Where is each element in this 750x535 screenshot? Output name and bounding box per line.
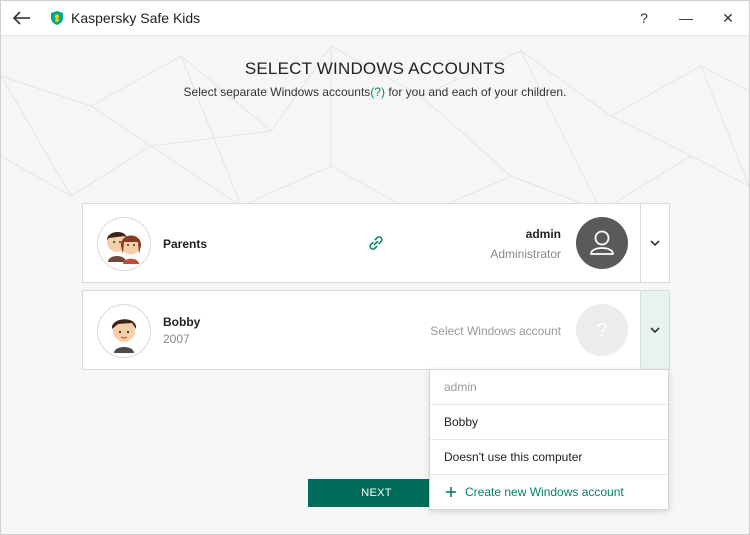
- parents-name: Parents: [163, 237, 208, 251]
- link-icon: [369, 236, 383, 250]
- title-bar: Kaspersky Safe Kids ? — ✕: [1, 1, 749, 36]
- plus-icon: [446, 487, 456, 497]
- chevron-down-icon: [650, 327, 660, 334]
- close-button[interactable]: ✕: [713, 6, 743, 30]
- app-window: Kaspersky Safe Kids ? — ✕ SELECT WINDOWS…: [0, 0, 750, 535]
- kaspersky-shield-icon: [51, 11, 63, 25]
- parents-account-dropdown-toggle[interactable]: [640, 204, 669, 282]
- select-account-placeholder: Select Windows account: [430, 324, 561, 338]
- next-button[interactable]: NEXT: [308, 479, 445, 507]
- linked-account-name: admin: [525, 227, 561, 241]
- window-title: Kaspersky Safe Kids: [71, 10, 201, 26]
- create-account-item[interactable]: Create new Windows account: [430, 474, 668, 509]
- back-arrow-icon[interactable]: [11, 8, 33, 28]
- parents-account-card: Parents admin Administrator: [82, 203, 670, 283]
- subtitle-text-end: for you and each of your children.: [384, 85, 567, 99]
- windows-account-dropdown: admin Bobby Doesn't use this computer Cr…: [429, 369, 669, 510]
- child-birth-year: 2007: [163, 332, 190, 346]
- dropdown-item-no-computer[interactable]: Doesn't use this computer: [430, 439, 668, 474]
- parents-avatar-icon: [107, 231, 142, 264]
- child-name: Bobby: [163, 315, 201, 329]
- parents-avatar: [97, 217, 151, 271]
- create-account-label: Create new Windows account: [465, 485, 624, 499]
- child-avatar: [97, 304, 151, 358]
- user-icon: [590, 230, 614, 255]
- child-account-card: Bobby 2007 Select Windows account ?: [82, 290, 670, 370]
- child-account-dropdown-toggle[interactable]: [640, 291, 669, 369]
- linked-account-role: Administrator: [490, 247, 561, 261]
- dropdown-item-bobby[interactable]: Bobby: [430, 404, 668, 439]
- unassigned-account-avatar: ?: [576, 304, 628, 356]
- accounts-help-link[interactable]: (?): [370, 85, 385, 99]
- help-button[interactable]: ?: [629, 6, 659, 30]
- minimize-button[interactable]: —: [671, 6, 701, 30]
- page-title: SELECT WINDOWS ACCOUNTS: [244, 59, 506, 78]
- windows-account-avatar: [576, 217, 628, 269]
- child-avatar-icon: [111, 319, 137, 353]
- dropdown-item-admin: admin: [444, 380, 477, 394]
- question-mark-icon: ?: [596, 320, 607, 340]
- subtitle-text-start: Select separate Windows accounts: [183, 85, 371, 99]
- page-subtitle: Select separate Windows accounts(?) for …: [1, 85, 749, 99]
- chevron-down-icon: [650, 240, 660, 247]
